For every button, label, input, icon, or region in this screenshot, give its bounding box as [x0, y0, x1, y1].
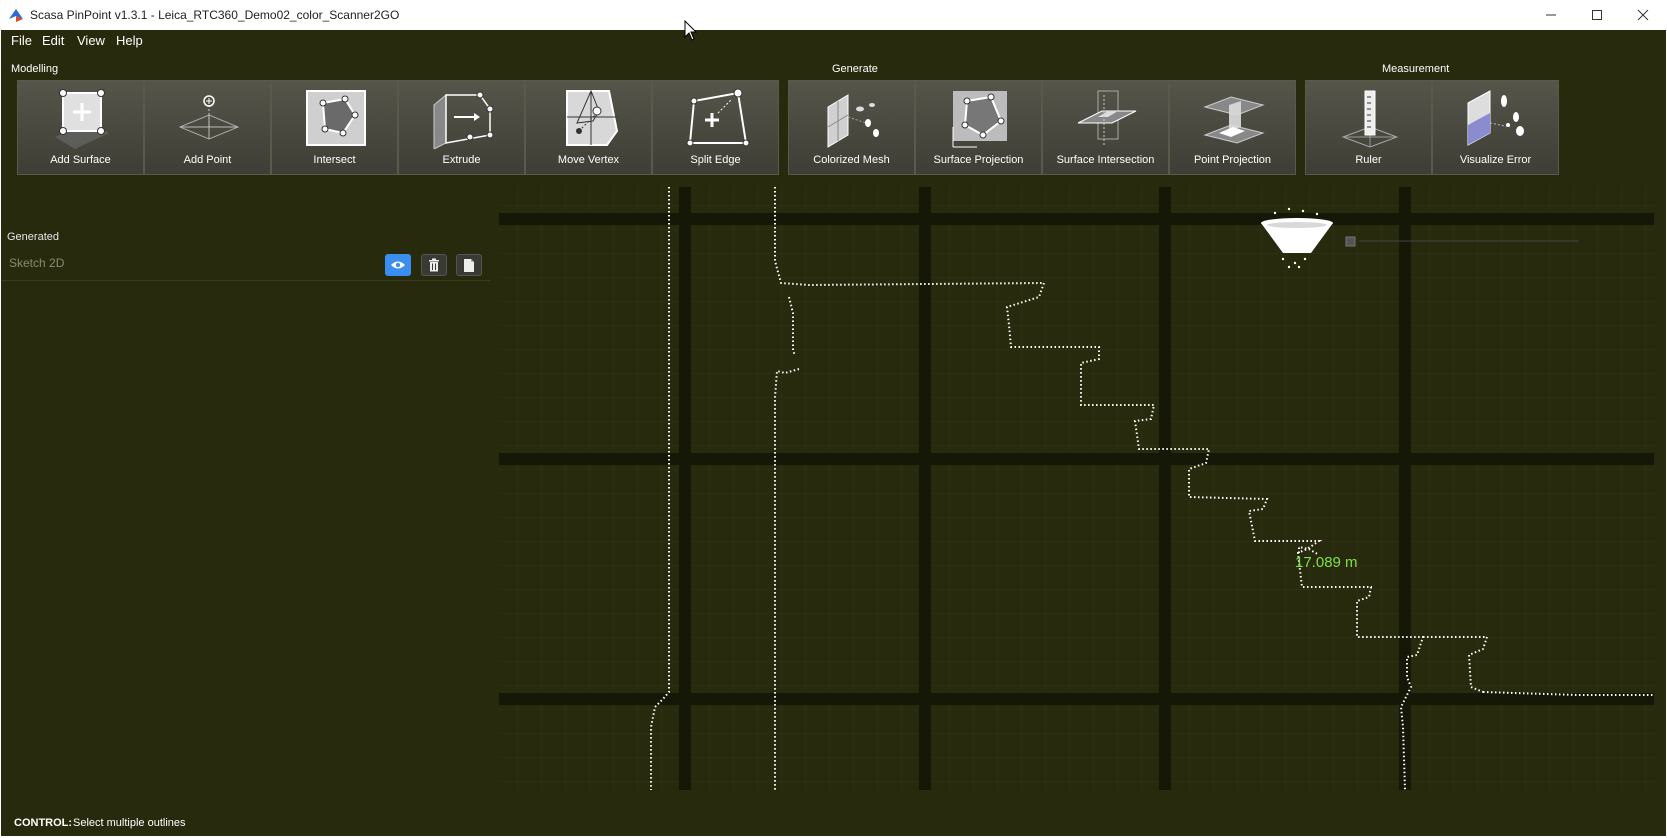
app-window: File Edit View Help Modelling Generate M…	[1, 30, 1666, 836]
menu-help[interactable]: Help	[116, 33, 143, 48]
status-bar: CONTROL: Select multiple outlines	[1, 812, 1666, 836]
point-projection-icon	[1203, 96, 1265, 144]
point-projection-button[interactable]: Point Projection	[1169, 80, 1296, 175]
add-point-icon	[178, 95, 240, 140]
intersect-label: Intersect	[313, 154, 356, 166]
eye-icon	[391, 261, 405, 269]
split-edge-icon	[686, 88, 750, 147]
close-button[interactable]	[1620, 0, 1666, 30]
generated-header: Generated	[7, 231, 59, 243]
split-edge-button[interactable]: Split Edge	[652, 80, 779, 175]
page-icon	[464, 258, 474, 272]
group-label-generate: Generate	[832, 63, 878, 75]
app-logo-icon	[9, 9, 23, 22]
surface-projection-icon	[952, 91, 1007, 148]
maximize-button[interactable]	[1574, 0, 1620, 30]
export-button[interactable]	[456, 254, 482, 276]
visualize-error-icon	[1467, 90, 1524, 146]
minimize-icon	[1546, 14, 1556, 16]
status-text: Select multiple outlines	[73, 817, 186, 829]
add-surface-button[interactable]: Add Surface	[17, 80, 144, 175]
window-title: Scasa PinPoint v1.3.1 - Leica_RTC360_Dem…	[30, 8, 400, 22]
move-vertex-icon	[566, 89, 619, 146]
surface-projection-button[interactable]: Surface Projection	[915, 80, 1042, 175]
list-item[interactable]: Sketch 2D	[1, 250, 491, 281]
add-point-label: Add Point	[183, 154, 232, 166]
close-icon	[1637, 9, 1649, 21]
intersect-button[interactable]: Intersect	[271, 80, 398, 175]
surface-intersection-button[interactable]: Surface Intersection	[1042, 80, 1169, 175]
split-edge-label: Split Edge	[690, 154, 741, 166]
extrude-button[interactable]: Extrude	[398, 80, 525, 175]
menu-bar: File Edit View Help	[1, 30, 1666, 52]
move-vertex-label: Move Vertex	[557, 154, 620, 166]
group-label-modelling: Modelling	[11, 63, 59, 75]
minimize-button[interactable]	[1528, 0, 1574, 30]
visibility-toggle-button[interactable]	[385, 254, 411, 276]
trash-icon	[429, 258, 439, 272]
ruler-button[interactable]: Ruler	[1305, 80, 1432, 175]
title-bar: Scasa PinPoint v1.3.1 - Leica_RTC360_Dem…	[0, 0, 1667, 30]
colorized-mesh-label: Colorized Mesh	[813, 154, 890, 166]
menu-file[interactable]: File	[11, 33, 32, 48]
menu-view[interactable]: View	[77, 33, 105, 48]
intersect-icon	[306, 90, 366, 146]
viewport[interactable]: 17.089 m	[499, 187, 1654, 790]
surface-intersection-label: Surface Intersection	[1056, 154, 1155, 166]
visualize-error-label: Visualize Error	[1459, 154, 1532, 166]
extrude-icon	[433, 91, 494, 149]
group-label-measurement: Measurement	[1382, 63, 1450, 75]
measurement-label: 17.089 m	[1295, 554, 1358, 571]
menu-edit[interactable]: Edit	[42, 33, 64, 48]
colorized-mesh-button[interactable]: Colorized Mesh	[788, 80, 915, 175]
surface-projection-label: Surface Projection	[933, 154, 1024, 166]
delete-button[interactable]	[421, 254, 447, 276]
maximize-icon	[1592, 10, 1602, 20]
point-projection-label: Point Projection	[1193, 154, 1272, 166]
mouse-cursor-icon	[684, 20, 698, 41]
extrude-label: Extrude	[442, 154, 481, 166]
add-surface-label: Add Surface	[50, 154, 111, 166]
generated-panel: Generated Sketch 2D	[1, 190, 491, 810]
add-point-button[interactable]: Add Point	[144, 80, 271, 175]
list-item-label: Sketch 2D	[9, 256, 65, 270]
move-vertex-button[interactable]: Move Vertex	[525, 80, 652, 175]
surface-intersection-icon	[1077, 90, 1137, 145]
colorized-mesh-icon	[827, 94, 879, 148]
visualize-error-button[interactable]: Visualize Error	[1432, 80, 1559, 175]
ruler-label: Ruler	[1355, 154, 1382, 166]
status-key: CONTROL:	[14, 817, 73, 829]
ruler-icon	[1341, 90, 1399, 148]
add-surface-icon	[55, 89, 109, 149]
slider-handle[interactable]	[1345, 236, 1356, 247]
